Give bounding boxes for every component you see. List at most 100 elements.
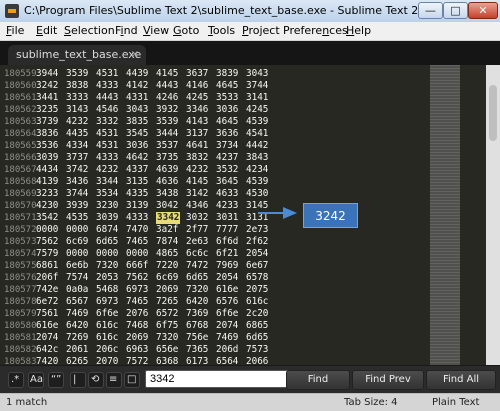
code-line[interactable]: 206f 7574 2053 7562 6c69 6d65 2054 6578 (0, 272, 310, 284)
scrollbar-thumb[interactable] (489, 85, 497, 141)
hex-word: 4230 (36, 200, 59, 211)
tab-close-icon[interactable]: × (131, 45, 139, 65)
code-line[interactable]: 4230 3939 3230 3139 3042 4346 4233 3145 (0, 200, 310, 212)
hex-word: 3932 (156, 104, 179, 115)
hex-word: 2f77 (186, 224, 209, 235)
menu-edit[interactable]: Edit (36, 24, 57, 37)
hex-word: 6f6e (96, 308, 119, 319)
code-line[interactable]: 7562 6c69 6d65 7465 7874 2e63 6f6d 2f62 (0, 236, 310, 248)
menu-goto[interactable]: Goto (173, 24, 199, 37)
code-line[interactable]: 7420 6265 2070 7572 6368 6173 6564 2066 (0, 356, 310, 365)
hex-word: 5468 (96, 284, 119, 295)
code-line[interactable]: 0000 0000 6874 7470 3a2f 2f77 7777 2e73 (0, 224, 310, 236)
hex-word: 7420 (36, 356, 59, 365)
hex-word: 4246 (156, 92, 179, 103)
hex-word: 4237 (216, 152, 239, 163)
hex-word: 3333 (66, 92, 89, 103)
search-match-highlight: 3342 (156, 212, 181, 224)
code-line[interactable]: 6861 6e6b 7320 666f 7220 7472 7969 6e67 (0, 260, 310, 272)
vertical-scrollbar[interactable] (486, 65, 500, 365)
code-line[interactable]: 3536 4334 4531 3036 3537 4641 3734 4442 (0, 140, 310, 152)
tab-sublime-text-base-exe[interactable]: sublime_text_base.exe × (8, 45, 146, 65)
hex-word: 3637 (186, 68, 209, 79)
code-line[interactable]: 3233 3744 3534 4335 3438 3142 4633 4530 (0, 188, 310, 200)
hex-word: 3444 (156, 128, 179, 139)
hex-word: 7469 (66, 308, 89, 319)
code-line[interactable]: 7561 7469 6f6e 2076 6572 7369 6f6e 2c20 (0, 308, 310, 320)
hex-word: 4232 (96, 164, 119, 175)
menu-find[interactable]: Find (115, 24, 138, 37)
code-line[interactable]: 616e 6420 616c 7468 6f75 6768 2074 6865 (0, 320, 310, 332)
hex-word: 3242 (36, 80, 59, 91)
maximize-button[interactable]: □ (443, 2, 468, 19)
find-all-button[interactable]: Find All (426, 370, 496, 390)
menu-project[interactable]: Project (242, 24, 280, 37)
menu-file[interactable]: File (6, 24, 24, 37)
code-line[interactable]: 6e72 6567 6973 7465 7265 6420 6576 616c (0, 296, 310, 308)
hex-word: 3843 (246, 152, 269, 163)
hex-word: 616e (36, 320, 59, 331)
code-line[interactable]: 4434 3742 4232 4337 4639 4232 3532 4234 (0, 164, 310, 176)
hex-word: 4541 (246, 128, 269, 139)
hex-word: 6f6d (216, 236, 239, 247)
find-prev-button[interactable]: Find Prev (352, 370, 424, 390)
code-line[interactable]: 742e 0a0a 5468 6973 2069 7320 616e 2075 (0, 284, 310, 296)
hex-word: 3534 (96, 188, 119, 199)
hex-word: 4645 (216, 80, 239, 91)
close-button[interactable]: ✕ (468, 2, 498, 19)
status-syntax[interactable]: Plain Text (432, 397, 479, 408)
regex-icon: .* (11, 374, 20, 385)
hex-word: 0000 (126, 248, 149, 259)
hex-word: 3a2f (156, 224, 179, 235)
hex-word: 0000 (66, 224, 89, 235)
code-line[interactable]: 642c 2061 206c 6963 656e 7365 206d 7573 (0, 344, 310, 356)
hex-word: 756e (186, 332, 209, 343)
hex-word: 3832 (186, 152, 209, 163)
tab-label: sublime_text_base.exe (16, 48, 142, 61)
minimap-viewport[interactable] (430, 65, 460, 365)
hex-word: 616e (216, 284, 239, 295)
hex-word: 4245 (186, 92, 209, 103)
hex-word: 3532 (216, 164, 239, 175)
wrap-icon: ⟲ (91, 374, 100, 385)
code-line[interactable]: 3441 3333 4443 4331 4246 4245 3533 3141 (0, 92, 310, 104)
find-button[interactable]: Find (286, 370, 350, 390)
menu-tools[interactable]: Tools (208, 24, 235, 37)
hex-word: 2074 (36, 332, 59, 343)
hex-word: 0000 (96, 248, 119, 259)
menu-help[interactable]: Help (346, 24, 371, 37)
status-tab-size[interactable]: Tab Size: 4 (344, 397, 398, 408)
hex-word: 3636 (216, 128, 239, 139)
hex-word: 6973 (96, 296, 119, 307)
hex-word: 7969 (216, 260, 239, 271)
code-line[interactable]: 3242 3838 4333 4142 4443 4146 4645 3744 (0, 80, 310, 92)
hex-word: 7465 (126, 296, 149, 307)
menu-view[interactable]: View (143, 24, 169, 37)
code-line[interactable]: 7579 0000 0000 0000 4865 6c6c 6f21 2054 (0, 248, 310, 260)
hex-word: 4531 (96, 128, 119, 139)
hex-word: 4633 (216, 188, 239, 199)
code-line[interactable]: 3739 4232 3332 3835 3539 4143 4645 4539 (0, 116, 310, 128)
code-line[interactable]: 3235 3143 4546 3043 3932 3346 3036 4245 (0, 104, 310, 116)
code-line[interactable]: 3039 3737 4333 4642 3735 3832 4237 3843 (0, 152, 310, 164)
menu-selection[interactable]: Selection (64, 24, 115, 37)
code-line[interactable]: 4139 3436 3344 3135 4636 4145 3645 4539 (0, 176, 310, 188)
hex-word: 3141 (246, 92, 269, 103)
code-line[interactable]: 3836 4435 4531 3545 3444 3137 3636 4541 (0, 128, 310, 140)
minimize-button[interactable]: — (418, 2, 443, 19)
hex-word: 3233 (36, 188, 59, 199)
hex-word: 7265 (156, 296, 179, 307)
menu-preferences[interactable]: Preferences (283, 24, 348, 37)
code-line[interactable]: 2074 7269 616c 2069 7320 756e 7469 6d65 (0, 332, 310, 344)
editor-area[interactable]: 180559 180560 180561 180562 180563 180564 1805… (0, 65, 500, 365)
hex-word: 2054 (216, 272, 239, 283)
hex-word: 4443 (96, 92, 119, 103)
hex-word: 0a0a (66, 284, 89, 295)
hex-word: 2069 (156, 284, 179, 295)
hex-word: 7574 (66, 272, 89, 283)
hex-word: 7365 (186, 344, 209, 355)
hex-word: 6e72 (36, 296, 59, 307)
hex-word: 7469 (216, 332, 239, 343)
hex-word: 3838 (66, 80, 89, 91)
code-line[interactable]: 3944 3539 4531 4439 4145 3637 3839 3043 (0, 68, 310, 80)
